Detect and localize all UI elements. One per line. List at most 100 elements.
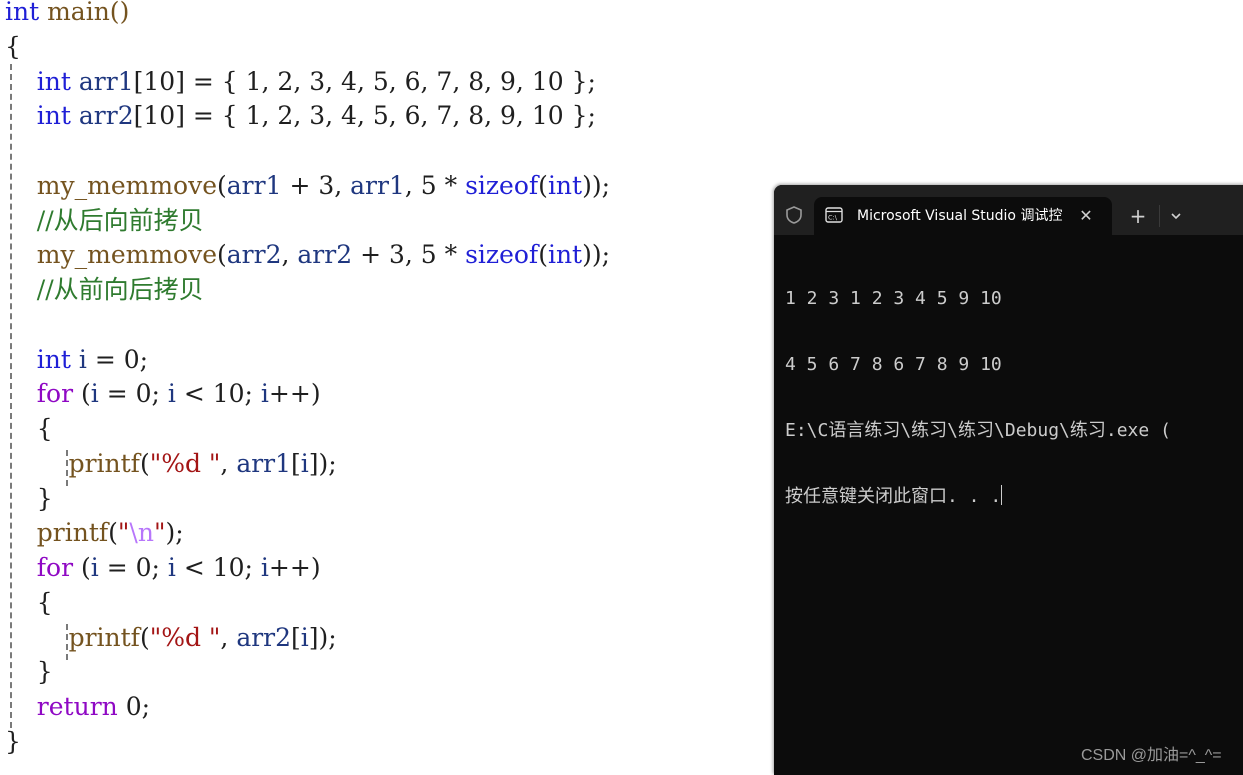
terminal-window[interactable]: C:\ Microsoft Visual Studio 调试控制台 ✕ + 1 … (774, 185, 1243, 775)
code-token: for (36, 553, 74, 582)
code-token: int (5, 0, 40, 26)
code-token: , (220, 622, 237, 652)
code-token: ( (73, 553, 91, 582)
svg-text:C:\: C:\ (828, 214, 838, 222)
console-output: 1 2 3 1 2 3 4 5 9 10 4 5 6 7 8 6 7 8 9 1… (785, 245, 1171, 551)
indent-guide (66, 450, 68, 486)
code-token: i (90, 379, 99, 409)
code-token: ( (538, 240, 548, 270)
code-token: )); (582, 170, 611, 200)
code-token: i (167, 379, 176, 409)
code-token: = 0; (86, 344, 149, 374)
code-token: printf (36, 518, 109, 548)
code-token: + 3, (281, 170, 351, 200)
code-token: i (300, 448, 309, 478)
code-token: ]); (308, 448, 337, 478)
code-token: sizeof (465, 170, 539, 200)
output-line-4: 按任意键关闭此窗口. . . (785, 485, 1171, 509)
press-any-key-prompt: 按任意键关闭此窗口. . . (785, 486, 1002, 507)
code-line[interactable]: { (5, 30, 21, 64)
code-line[interactable]: { (5, 586, 53, 620)
code-token: i (90, 553, 99, 582)
code-token: ( (139, 448, 150, 478)
code-token: for (36, 379, 74, 409)
code-token: //从后向前拷贝 (36, 205, 204, 235)
code-token: i (70, 344, 87, 374)
code-token: } (5, 726, 21, 756)
code-token: return (36, 692, 118, 721)
titlebar-divider (1159, 205, 1160, 227)
code-line[interactable]: //从前向后拷贝 (5, 273, 204, 307)
code-token: my_memmove (36, 240, 218, 270)
code-token: printf (68, 622, 140, 652)
code-token: = 0; (98, 553, 168, 582)
code-token: ); (165, 518, 184, 548)
code-token: sizeof (465, 240, 539, 270)
new-tab-button[interactable]: + (1127, 205, 1149, 227)
code-token: [10] = { 1, 2, 3, 4, 5, 6, 7, 8, 9, 10 }… (133, 66, 596, 96)
code-token: ++) (268, 379, 321, 409)
code-token: ]); (308, 622, 337, 652)
terminal-tab[interactable]: C:\ Microsoft Visual Studio 调试控制台 ✕ (814, 197, 1112, 235)
code-token: , 5 * (404, 170, 466, 200)
code-line[interactable]: int i = 0; (5, 343, 148, 377)
code-line[interactable]: for (i = 0; i < 10; i++) (5, 551, 321, 585)
code-token: i (260, 553, 269, 582)
code-token: int (36, 66, 71, 96)
code-token: " (153, 518, 166, 548)
shield-icon[interactable] (784, 205, 804, 225)
terminal-titlebar[interactable]: C:\ Microsoft Visual Studio 调试控制台 ✕ + (774, 185, 1243, 235)
code-line[interactable]: printf("%d ", arr2[i]); (5, 621, 337, 655)
code-line[interactable]: int arr2[10] = { 1, 2, 3, 4, 5, 6, 7, 8,… (5, 99, 596, 133)
code-token: int (36, 101, 71, 131)
code-line[interactable]: my_memmove(arr1 + 3, arr1, 5 * sizeof(in… (5, 169, 610, 203)
close-tab-button[interactable]: ✕ (1076, 206, 1096, 226)
code-token: "%d " (149, 622, 221, 652)
code-token: = 0; (98, 379, 168, 409)
code-line[interactable]: for (i = 0; i < 10; i++) (5, 377, 321, 411)
code-line[interactable]: printf("\n"); (5, 516, 184, 550)
code-token: i (167, 553, 176, 582)
code-token: printf (68, 448, 140, 478)
code-token: arr2 (236, 622, 292, 652)
code-line[interactable]: } (5, 482, 53, 516)
code-token: { (36, 414, 53, 443)
code-token: i (300, 622, 309, 652)
code-line[interactable]: } (5, 655, 53, 689)
code-line[interactable]: { (5, 412, 53, 446)
code-token: < 10; (175, 553, 261, 582)
code-token: } (36, 483, 53, 513)
code-token: , (281, 240, 298, 270)
code-token: } (36, 657, 53, 687)
code-token: ( (217, 170, 227, 200)
code-line[interactable]: } (5, 725, 21, 759)
code-line[interactable]: //从后向前拷贝 (5, 204, 204, 238)
code-line[interactable]: my_memmove(arr2, arr2 + 3, 5 * sizeof(in… (5, 238, 610, 272)
code-token: , (220, 448, 237, 478)
output-line-2: 4 5 6 7 8 6 7 8 9 10 (785, 354, 1002, 375)
code-token: \n (129, 518, 154, 548)
code-token: [ (291, 622, 301, 652)
code-line[interactable]: int arr1[10] = { 1, 2, 3, 4, 5, 6, 7, 8,… (5, 65, 596, 99)
code-token: arr1 (70, 66, 134, 96)
indent-guide (66, 624, 68, 660)
console-icon: C:\ (825, 207, 843, 223)
code-token: ( (217, 240, 227, 270)
chevron-down-icon[interactable] (1167, 205, 1185, 227)
code-token: arr2 (70, 101, 134, 131)
code-token: ++) (268, 553, 321, 582)
code-line[interactable]: printf("%d ", arr1[i]); (5, 447, 337, 481)
code-token: 0; (117, 692, 151, 721)
code-token: < 10; (175, 379, 261, 409)
code-line[interactable]: return 0; (5, 690, 150, 724)
indent-guide (10, 64, 12, 728)
code-token: main() (39, 0, 130, 26)
code-token: { (36, 587, 53, 617)
text-cursor (1001, 485, 1003, 505)
code-line[interactable]: int main() (5, 0, 129, 29)
code-token: ( (538, 170, 548, 200)
code-token: int (547, 240, 583, 270)
code-token: int (36, 344, 71, 374)
